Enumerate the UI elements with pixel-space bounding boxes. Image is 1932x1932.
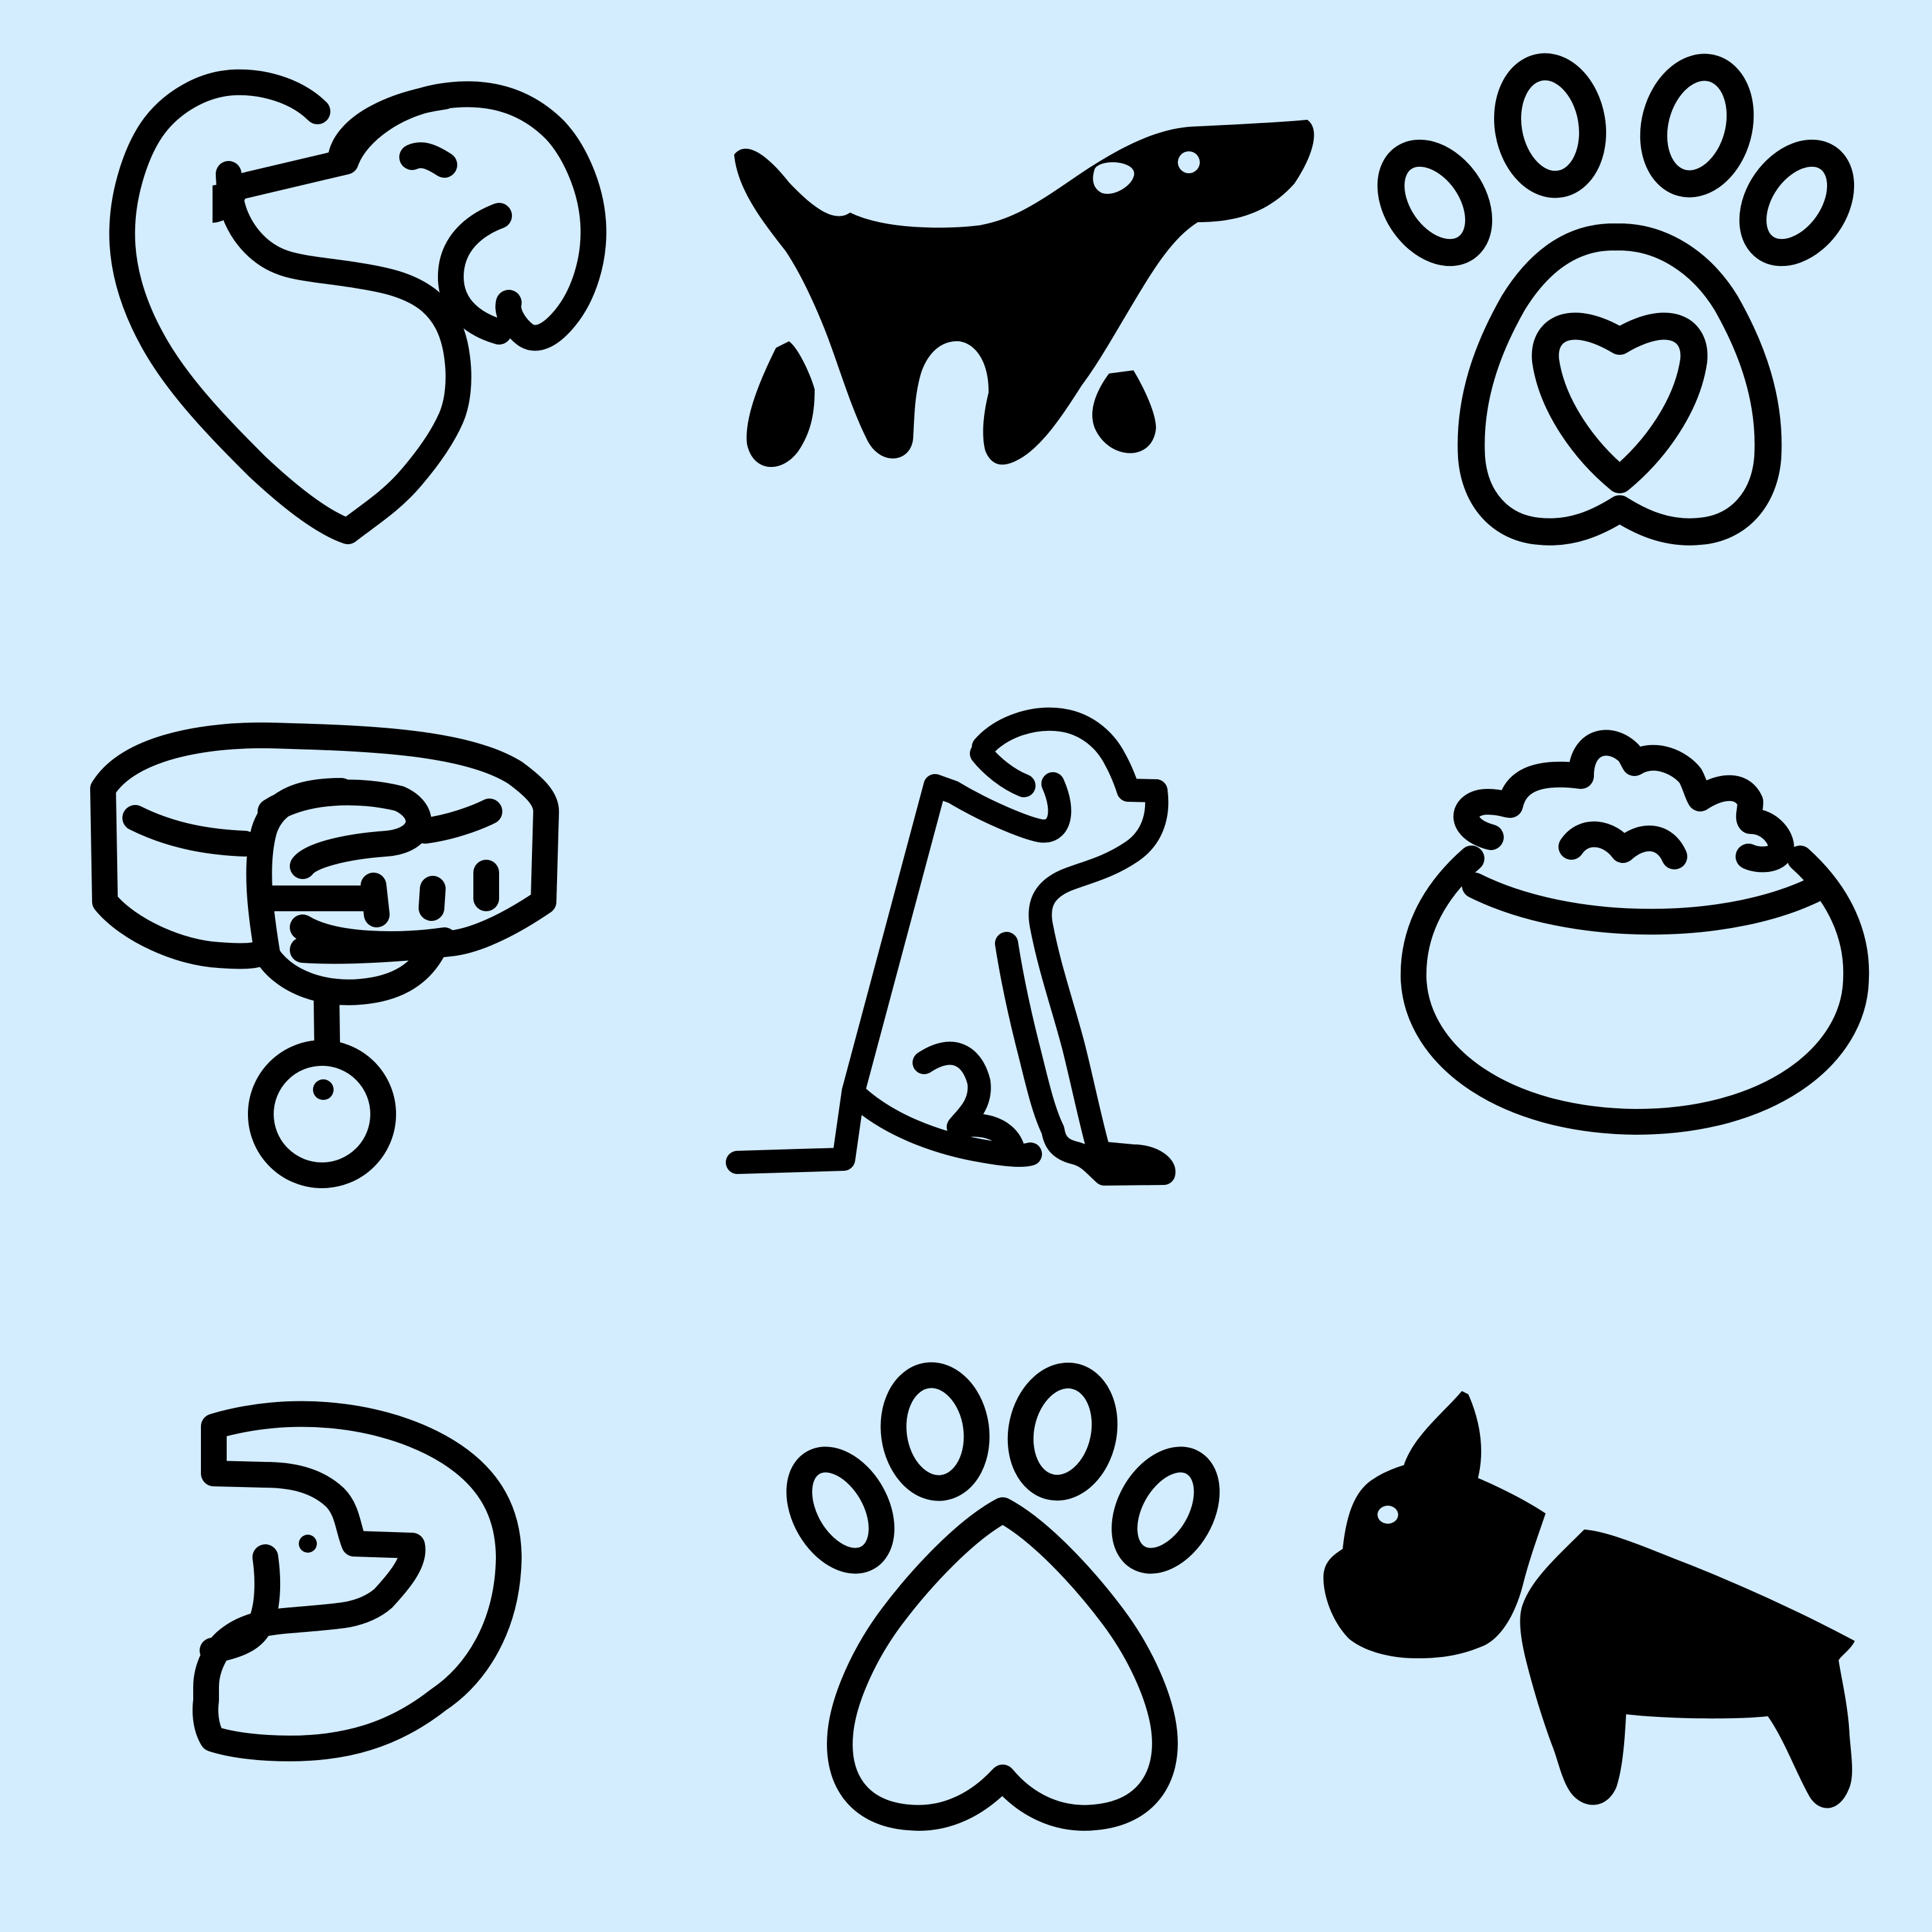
- dog-face-circle-icon: [193, 1401, 522, 1761]
- french-bulldog-silhouette-icon: [1323, 1391, 1855, 1808]
- food-bowl-icon: [1400, 730, 1870, 1135]
- icon-sheet: [0, 0, 1932, 1932]
- paw-print-icon: [786, 1362, 1220, 1831]
- dachshund-silhouette-icon: [734, 120, 1314, 468]
- dog-heart-line-icon: [109, 69, 607, 544]
- sitting-dog-line-icon: [726, 707, 1176, 1186]
- dog-collar-tag-icon: [90, 722, 559, 1188]
- paw-heart-icon: [1377, 53, 1855, 545]
